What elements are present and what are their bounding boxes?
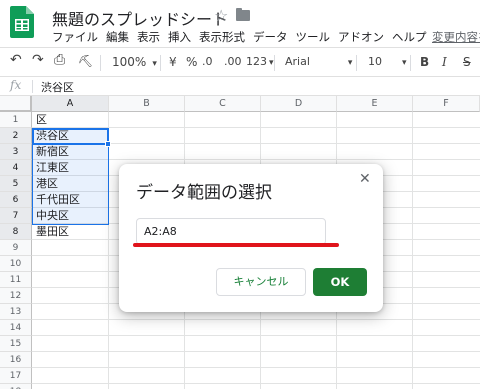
toolbar-divider <box>160 55 161 71</box>
column-header-f[interactable]: F <box>413 96 480 112</box>
cell-a6[interactable]: 千代田区 <box>33 192 108 207</box>
font-family-select[interactable]: Arial ▾ <box>285 54 352 71</box>
increase-decimals-button[interactable]: .00 <box>224 54 242 70</box>
menu-addons[interactable]: アドオン <box>334 29 388 45</box>
decrease-decimals-button[interactable]: .0 <box>202 54 213 70</box>
toolbar-divider <box>274 55 275 71</box>
toolbar-divider <box>356 55 357 71</box>
chevron-down-icon: ▾ <box>347 58 353 68</box>
cell-a8[interactable]: 墨田区 <box>33 224 108 239</box>
row-header[interactable]: 7 <box>0 208 32 224</box>
row-header[interactable]: 3 <box>0 144 32 160</box>
row-header[interactable]: 9 <box>0 240 32 256</box>
column-header-c[interactable]: C <box>185 96 261 112</box>
column-header-a[interactable]: A <box>32 96 109 112</box>
row-header[interactable]: 6 <box>0 192 32 208</box>
cell-a3[interactable]: 新宿区 <box>33 144 108 159</box>
cell-a4[interactable]: 江東区 <box>33 160 108 175</box>
menu-data[interactable]: データ <box>249 29 292 45</box>
formula-input[interactable]: 渋谷区 <box>41 79 74 95</box>
chevron-down-icon: ▾ <box>402 58 407 68</box>
cell-a5[interactable]: 港区 <box>33 176 108 191</box>
row-header[interactable]: 5 <box>0 176 32 192</box>
row-header[interactable]: 11 <box>0 272 32 288</box>
row-header[interactable]: 2 <box>0 128 32 144</box>
menu-bar: ファイル 編集 表示 挿入 表示形式 データ ツール アドオン ヘルプ <box>52 29 431 45</box>
menu-tools[interactable]: ツール <box>292 29 335 45</box>
paint-format-icon[interactable]: ⛏ <box>78 53 93 69</box>
dialog-title: データ範囲の選択 <box>136 183 272 203</box>
chevron-down-icon: ▾ <box>152 59 157 69</box>
row-header[interactable]: 10 <box>0 256 32 272</box>
column-header-b[interactable]: B <box>109 96 185 112</box>
column-header-d[interactable]: D <box>261 96 337 112</box>
italic-button[interactable]: I <box>442 54 447 70</box>
more-formats-label: 123 <box>246 55 267 68</box>
title-bar: 無題のスプレッドシート ☆ ファイル 編集 表示 挿入 表示形式 データ ツール… <box>0 0 480 47</box>
row-header[interactable]: 1 <box>0 112 32 128</box>
close-icon[interactable]: ✕ <box>359 172 371 186</box>
red-highlight-underline <box>133 243 339 247</box>
print-icon[interactable]: ⎙ <box>54 52 65 68</box>
toolbar-divider <box>100 55 101 71</box>
row-header[interactable]: 14 <box>0 320 32 336</box>
data-range-input[interactable]: A2:A8 <box>136 218 326 245</box>
row-header[interactable]: 12 <box>0 288 32 304</box>
cancel-button[interactable]: キャンセル <box>216 268 306 296</box>
row-header[interactable]: 13 <box>0 304 32 320</box>
document-title[interactable]: 無題のスプレッドシート <box>52 6 228 30</box>
toolbar: ↶ ↷ ⎙ ⛏ 100% ▾ ¥ % .0 .00 123 ▾ Arial ▾ 10 ▾… <box>0 47 480 77</box>
percent-format-button[interactable]: % <box>186 54 197 70</box>
undo-icon[interactable]: ↶ <box>10 52 22 68</box>
row-header[interactable]: 4 <box>0 160 32 176</box>
row-header[interactable]: 16 <box>0 352 32 368</box>
gridline <box>412 112 413 389</box>
strikethrough-button[interactable]: S <box>463 54 471 70</box>
row-header[interactable]: 15 <box>0 336 32 352</box>
menu-view[interactable]: 表示 <box>133 29 164 45</box>
formula-divider <box>32 80 33 93</box>
row-header[interactable]: 18 <box>0 384 32 389</box>
ok-button[interactable]: OK <box>313 268 367 296</box>
folder-icon[interactable] <box>236 8 250 21</box>
row-header[interactable]: 8 <box>0 224 32 240</box>
redo-icon[interactable]: ↷ <box>32 52 44 68</box>
menu-insert[interactable]: 挿入 <box>164 29 195 45</box>
font-size-select[interactable]: 10 ▾ <box>368 54 407 71</box>
column-header-e[interactable]: E <box>337 96 413 112</box>
menu-format[interactable]: 表示形式 <box>195 29 249 45</box>
last-edit-link[interactable]: 変更内容を <box>432 29 480 45</box>
zoom-select[interactable]: 100% ▾ <box>112 54 157 72</box>
bold-button[interactable]: B <box>420 54 429 70</box>
fx-icon: fx <box>10 78 22 92</box>
zoom-value: 100% <box>112 55 147 69</box>
font-family-value: Arial <box>285 55 310 68</box>
formula-bar: fx 渋谷区 <box>0 77 480 96</box>
star-icon[interactable]: ☆ <box>214 6 228 25</box>
cell-a2[interactable]: 渋谷区 <box>33 128 108 143</box>
currency-format-button[interactable]: ¥ <box>169 54 177 70</box>
more-formats-button[interactable]: 123 ▾ <box>246 54 274 71</box>
row-header[interactable]: 17 <box>0 368 32 384</box>
toolbar-divider <box>410 55 411 71</box>
cell-a1[interactable]: 区 <box>33 112 108 127</box>
menu-file[interactable]: ファイル <box>52 29 102 45</box>
menu-edit[interactable]: 編集 <box>102 29 133 45</box>
select-data-range-dialog: データ範囲の選択 ✕ A2:A8 キャンセル OK <box>119 164 383 312</box>
select-all-corner[interactable] <box>0 96 32 112</box>
font-size-value: 10 <box>368 55 382 68</box>
sheets-logo-icon[interactable] <box>10 6 34 38</box>
chevron-down-icon: ▾ <box>269 58 274 68</box>
menu-help[interactable]: ヘルプ <box>388 29 431 45</box>
cell-a7[interactable]: 中央区 <box>33 208 108 223</box>
